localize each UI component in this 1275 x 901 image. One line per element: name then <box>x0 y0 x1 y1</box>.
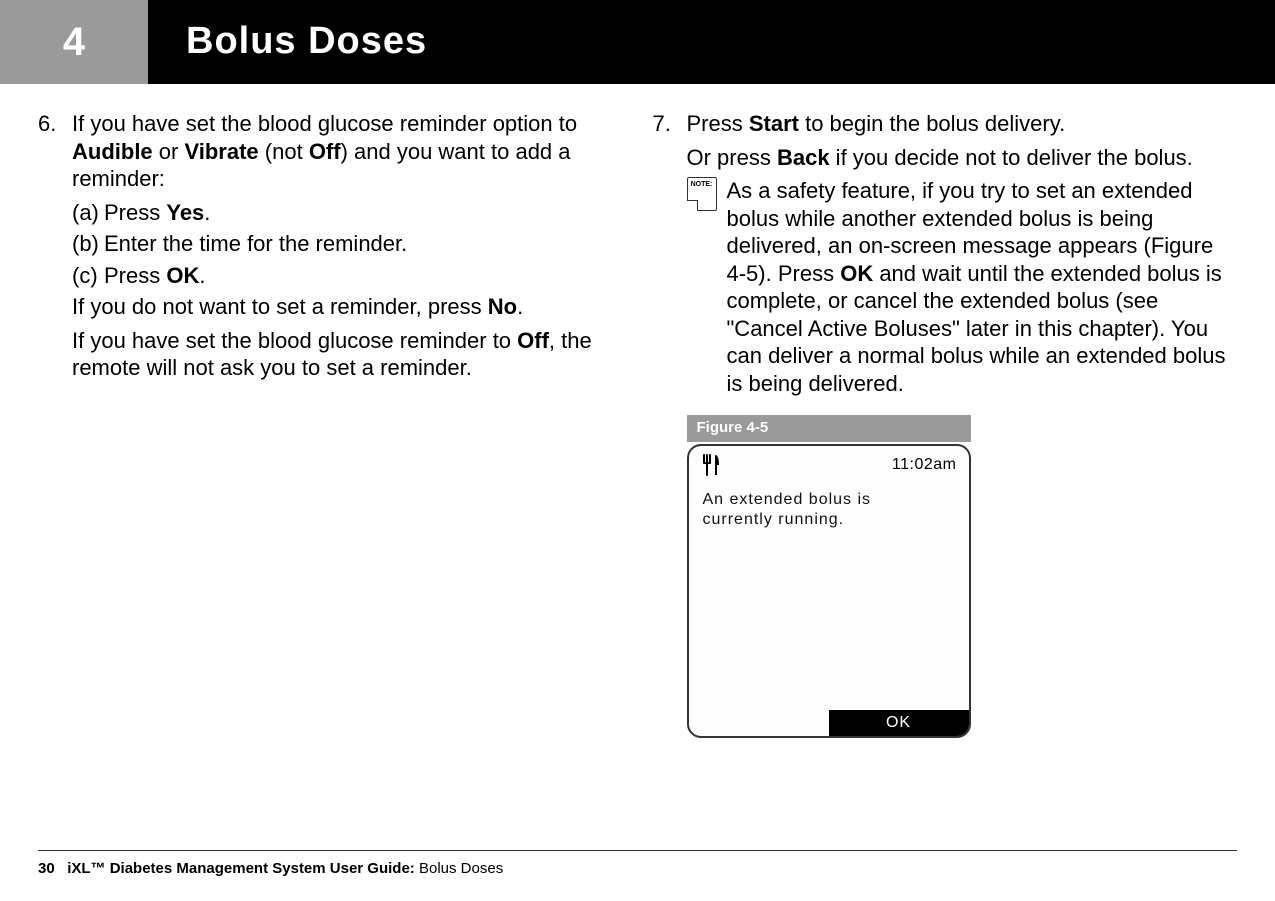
step-body: If you have set the blood glucose remind… <box>72 110 623 388</box>
step-body: Press Start to begin the bolus delivery.… <box>687 110 1238 397</box>
step-number: 7. <box>653 110 687 397</box>
device-statusbar: 11:02am <box>689 446 969 478</box>
page-footer: 30 iXL™ Diabetes Management System User … <box>38 860 503 879</box>
page-header: 4 Bolus Doses <box>0 0 1275 84</box>
step-text: If you have set the blood glucose remind… <box>72 110 623 193</box>
step-text: Or press Back if you decide not to deliv… <box>687 144 1238 172</box>
guide-section: Bolus Doses <box>419 860 503 877</box>
sub-a: (a) Press Yes. <box>72 199 623 227</box>
left-column: 6. If you have set the blood glucose rem… <box>38 110 623 738</box>
step-7: 7. Press Start to begin the bolus delive… <box>653 110 1238 397</box>
guide-title: iXL™ Diabetes Management System User Gui… <box>67 860 419 877</box>
chapter-title: Bolus Doses <box>186 18 427 66</box>
right-column: 7. Press Start to begin the bolus delive… <box>653 110 1238 738</box>
chapter-number-box: 4 <box>0 0 148 84</box>
sub-label: (b) <box>72 230 104 258</box>
figure-label: Figure 4-5 <box>687 415 971 442</box>
note-text: As a safety feature, if you try to set a… <box>727 177 1238 397</box>
note-block: NOTE: As a safety feature, if you try to… <box>687 177 1238 397</box>
sub-c: (c) Press OK. <box>72 262 623 290</box>
footer-rule <box>38 850 1237 851</box>
chapter-number: 4 <box>63 17 85 67</box>
sub-text: Enter the time for the reminder. <box>104 230 407 258</box>
device-screen: 11:02am An extended bolus is currently r… <box>687 444 971 738</box>
step-6: 6. If you have set the blood glucose rem… <box>38 110 623 388</box>
note-icon: NOTE: <box>687 177 717 211</box>
sub-text: Press Yes. <box>104 199 210 227</box>
utensils-icon <box>701 454 719 476</box>
page-number: 30 <box>38 860 55 877</box>
sub-label: (c) <box>72 262 104 290</box>
sub-text: Press OK. <box>104 262 205 290</box>
content-area: 6. If you have set the blood glucose rem… <box>38 110 1237 738</box>
step-text: Press Start to begin the bolus delivery. <box>687 110 1238 138</box>
device-ok-softkey: OK <box>829 710 969 736</box>
device-message: An extended bolus is currently running. <box>689 478 969 542</box>
step-number: 6. <box>38 110 72 388</box>
step-text: If you have set the blood glucose remind… <box>72 327 623 382</box>
step-text: If you do not want to set a reminder, pr… <box>72 293 623 321</box>
sub-b: (b) Enter the time for the reminder. <box>72 230 623 258</box>
device-time: 11:02am <box>892 455 957 475</box>
sub-label: (a) <box>72 199 104 227</box>
chapter-title-box: Bolus Doses <box>148 0 1275 84</box>
figure-4-5: Figure 4-5 11:02am An extended bolus is … <box>687 415 971 738</box>
